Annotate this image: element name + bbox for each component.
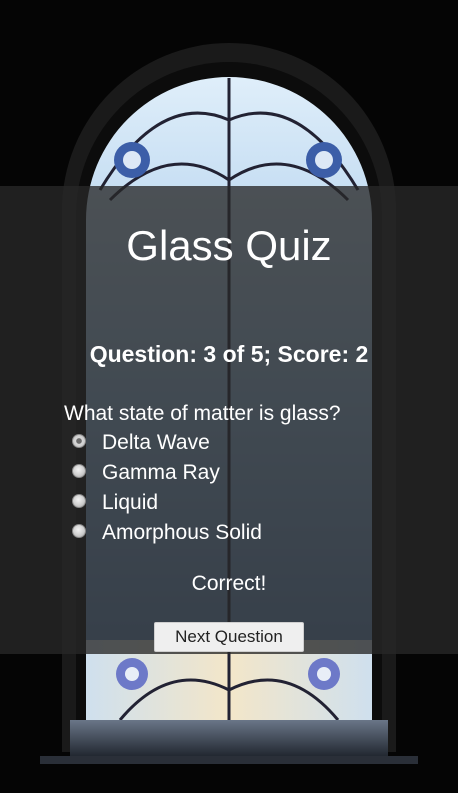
answer-option-delta-wave[interactable]: Delta Wave (72, 428, 262, 458)
answer-label: Gamma Ray (102, 461, 220, 484)
radio-button-selected[interactable] (72, 434, 86, 448)
answer-option-amorphous-solid[interactable]: Amorphous Solid (72, 518, 262, 548)
answer-feedback: Correct! (191, 572, 267, 595)
answer-option-liquid[interactable]: Liquid (72, 488, 262, 518)
answer-label: Delta Wave (102, 431, 210, 454)
radio-button[interactable] (72, 464, 86, 478)
question-progress-score: Question: 3 of 5; Score: 2 (89, 341, 369, 367)
answer-option-gamma-ray[interactable]: Gamma Ray (72, 458, 262, 488)
radio-button[interactable] (72, 524, 86, 538)
radio-button[interactable] (72, 494, 86, 508)
answer-options: Delta Wave Gamma Ray Liquid Amorphous So… (72, 428, 262, 548)
next-question-button[interactable]: Next Question (154, 622, 304, 652)
quiz-title: Glass Quiz (126, 222, 332, 269)
answer-label: Liquid (102, 491, 159, 514)
question-text: What state of matter is glass? (64, 402, 341, 425)
answer-label: Amorphous Solid (102, 521, 262, 544)
